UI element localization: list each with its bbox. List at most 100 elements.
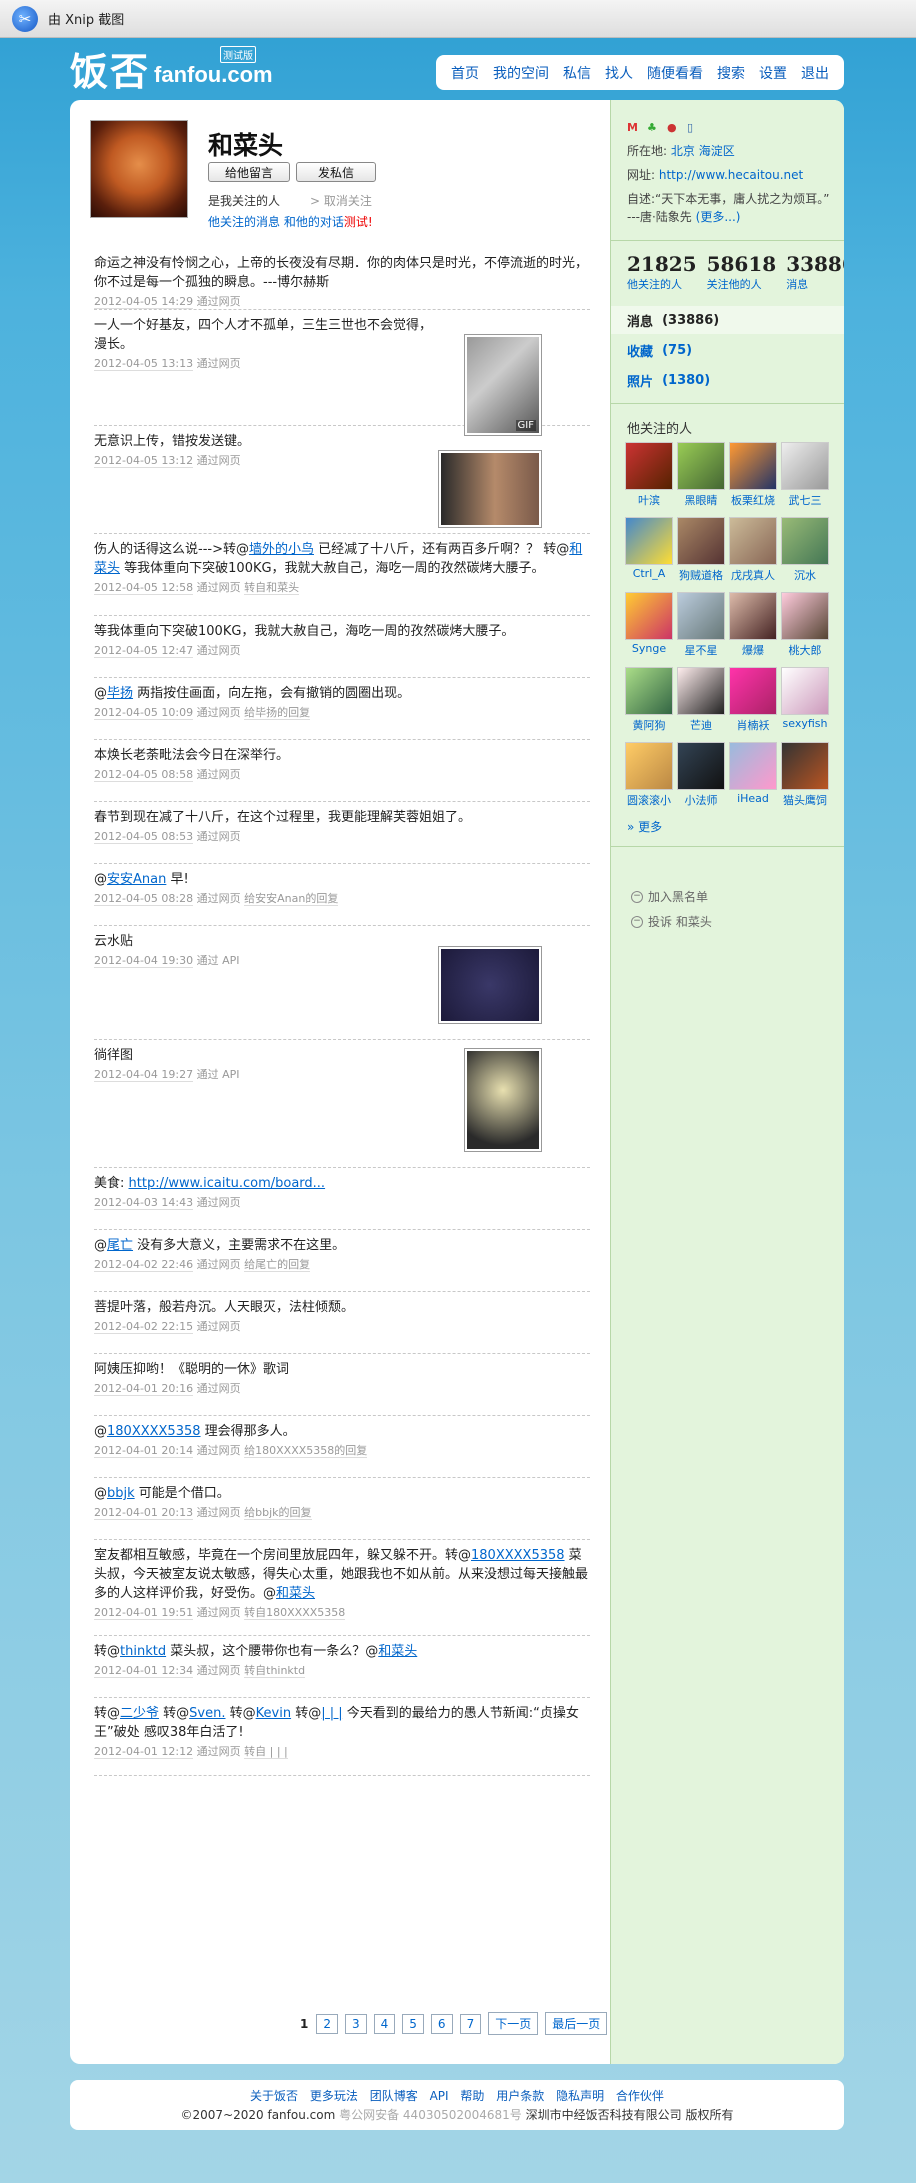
user-name[interactable]: sexyfish [781, 717, 829, 730]
reply-link[interactable]: 给bbjk的回复 [244, 1506, 312, 1520]
user-link[interactable]: 180XXXX5358 [471, 1548, 565, 1563]
user-avatar[interactable] [625, 592, 673, 640]
user-name[interactable]: 小法师 [677, 792, 725, 808]
his-conversation-link[interactable]: 和他的对话 [284, 215, 344, 229]
reply-link[interactable]: 给毕扬的回复 [244, 706, 311, 720]
profile-avatar[interactable] [90, 120, 188, 218]
user-link[interactable]: Sven. [189, 1706, 225, 1721]
status-time[interactable]: 2012-04-02 22:15 [94, 1320, 194, 1334]
nav-find[interactable]: 找人 [605, 63, 633, 83]
user-name[interactable]: 板栗红烧 [729, 492, 777, 508]
user-name[interactable]: 黑眼睛 [677, 492, 725, 508]
following-user[interactable]: 沉水 [781, 517, 829, 583]
user-link[interactable]: | | | [321, 1706, 342, 1721]
user-name[interactable]: 圆滚滚小 [625, 792, 673, 808]
reply-link[interactable]: 转自180XXXX5358 [244, 1606, 346, 1620]
user-link[interactable]: http://www.icaitu.com/board... [129, 1176, 326, 1191]
nav-home[interactable]: 首页 [451, 63, 479, 83]
mobile-icon[interactable]: ▯ [687, 122, 701, 134]
user-avatar[interactable] [625, 742, 673, 790]
tab-favorites[interactable]: 收藏 (75) [611, 336, 844, 364]
footer-link[interactable]: 帮助 [460, 2089, 484, 2103]
footer-link[interactable]: 关于饭否 [250, 2089, 298, 2103]
following-user[interactable]: Ctrl_A [625, 517, 673, 580]
status-time[interactable]: 2012-04-05 08:53 [94, 830, 194, 844]
site-link[interactable]: http://www.hecaitou.net [659, 168, 803, 182]
following-user[interactable]: 爆爆 [729, 592, 777, 658]
following-user[interactable]: 星不星 [677, 592, 725, 658]
page-link[interactable]: 2 [316, 2013, 338, 2034]
user-avatar[interactable] [625, 667, 673, 715]
status-time[interactable]: 2012-04-05 13:13 [94, 357, 194, 371]
nav-settings[interactable]: 设置 [759, 63, 787, 83]
user-link[interactable]: 和菜头 [276, 1586, 315, 1601]
user-avatar[interactable] [729, 667, 777, 715]
reply-link[interactable]: 转自和菜头 [244, 581, 300, 595]
following-user[interactable]: 叶滨 [625, 442, 673, 508]
reply-link[interactable]: 给180XXXX5358的回复 [244, 1444, 368, 1458]
user-name[interactable]: Synge [625, 642, 673, 655]
reply-link[interactable]: 转自 | | | [244, 1745, 288, 1759]
user-link[interactable]: 安安Anan [107, 872, 166, 887]
stat-followers[interactable]: 58618 关注他的人 [707, 252, 777, 292]
status-time[interactable]: 2012-04-05 12:47 [94, 644, 194, 658]
user-link[interactable]: 尾亡 [107, 1238, 133, 1253]
user-name[interactable]: 叶滨 [625, 492, 673, 508]
page-link[interactable]: 4 [373, 2013, 396, 2034]
his-messages-link[interactable]: 他关注的消息 [208, 215, 280, 229]
footer-link[interactable]: 合作伙伴 [616, 2089, 664, 2103]
status-time[interactable]: 2012-04-01 20:14 [94, 1444, 194, 1458]
following-user[interactable]: 武七三 [781, 442, 829, 508]
location-link[interactable]: 北京 海淀区 [671, 144, 735, 158]
user-link[interactable]: 和菜头 [378, 1644, 417, 1659]
following-user[interactable]: 黑眼睛 [677, 442, 725, 508]
nav-myspace[interactable]: 我的空间 [493, 63, 549, 83]
user-link[interactable]: 二少爷 [120, 1706, 159, 1721]
footer-link[interactable]: API [430, 2089, 449, 2103]
stat-following[interactable]: 21825 他关注的人 [627, 252, 697, 292]
user-avatar[interactable] [729, 442, 777, 490]
page-link[interactable]: 7 [459, 2013, 482, 2034]
status-photo[interactable] [464, 1048, 542, 1152]
following-user[interactable]: iHead [729, 742, 777, 805]
status-time[interactable]: 2012-04-01 12:12 [94, 1745, 194, 1759]
user-name[interactable]: iHead [729, 792, 777, 805]
status-time[interactable]: 2012-04-01 19:51 [94, 1606, 194, 1620]
user-link[interactable]: Kevin [256, 1706, 291, 1721]
user-name[interactable]: 黄阿狗 [625, 717, 673, 733]
status-photo[interactable] [438, 946, 542, 1024]
user-link[interactable]: 墙外的小鸟 [249, 542, 314, 557]
footer-link[interactable]: 隐私声明 [556, 2089, 604, 2103]
user-avatar[interactable] [781, 592, 829, 640]
user-avatar[interactable] [625, 517, 673, 565]
reply-link[interactable]: 给尾亡的回复 [244, 1258, 311, 1272]
footer-link[interactable]: 用户条款 [496, 2089, 544, 2103]
following-user[interactable]: 小法师 [677, 742, 725, 808]
last-page-link[interactable]: 最后一页 [545, 2012, 608, 2035]
following-user[interactable]: Synge [625, 592, 673, 655]
user-link[interactable]: bbjk [107, 1486, 135, 1501]
more-following-link[interactable]: » 更多 [627, 818, 662, 835]
status-time[interactable]: 2012-04-01 12:34 [94, 1664, 194, 1678]
status-time[interactable]: 2012-04-05 14:29 [94, 295, 194, 309]
user-name[interactable]: Ctrl_A [625, 567, 673, 580]
following-user[interactable]: 狗贼道格 [677, 517, 725, 583]
user-avatar[interactable] [677, 667, 725, 715]
status-time[interactable]: 2012-04-05 12:58 [94, 581, 194, 595]
send-dm-button[interactable]: 发私信 [296, 162, 376, 182]
user-link[interactable]: 毕扬 [107, 686, 133, 701]
nav-browse[interactable]: 随便看看 [647, 63, 703, 83]
user-avatar[interactable] [781, 742, 829, 790]
page-link[interactable]: 5 [402, 2013, 424, 2034]
user-avatar[interactable] [729, 742, 777, 790]
user-avatar[interactable] [677, 517, 725, 565]
status-time[interactable]: 2012-04-02 22:46 [94, 1258, 194, 1272]
nav-search[interactable]: 搜索 [717, 63, 745, 83]
stat-messages[interactable]: 33886 消息 [786, 252, 844, 292]
nav-logout[interactable]: 退出 [801, 63, 829, 83]
status-time[interactable]: 2012-04-04 19:30 [94, 954, 194, 968]
user-name[interactable]: 猫头鹰饲 [781, 792, 829, 808]
status-time[interactable]: 2012-04-05 08:28 [94, 892, 194, 906]
user-name[interactable]: 沉水 [781, 567, 829, 583]
status-photo[interactable] [438, 450, 542, 528]
